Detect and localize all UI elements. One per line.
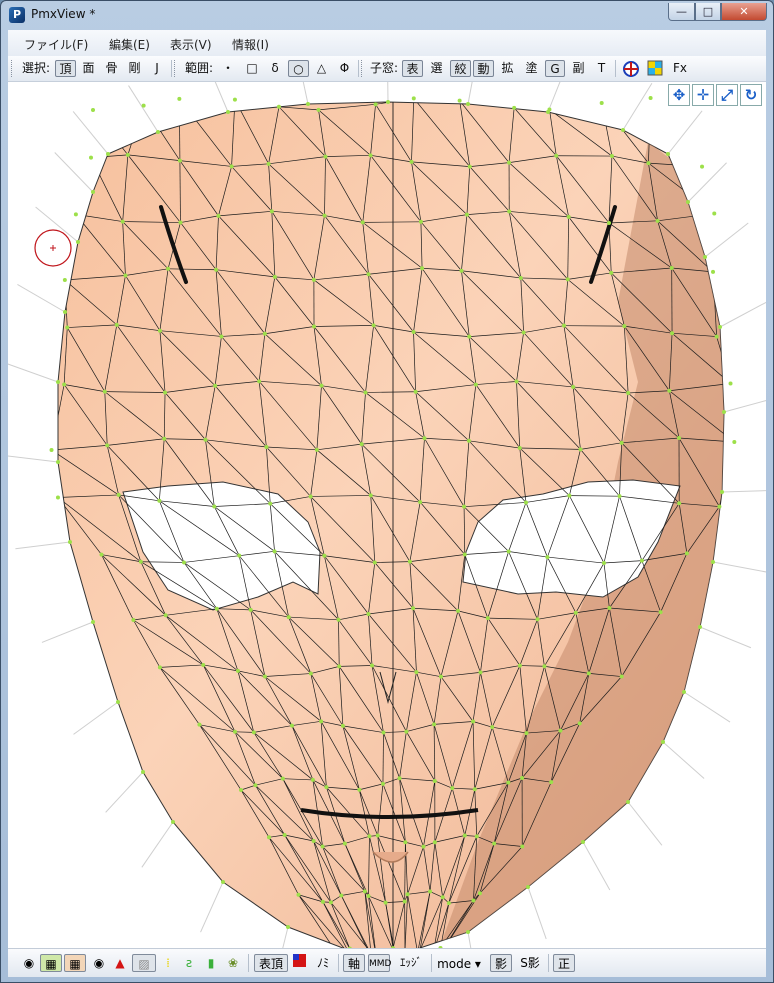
range-triangle-button[interactable]: △ (313, 60, 330, 77)
color-swatch-icon[interactable] (292, 954, 306, 972)
menu-info[interactable]: 情報(I) (232, 36, 269, 53)
child-select-button[interactable]: 選 (427, 60, 446, 77)
status-separator (338, 954, 339, 972)
child-sub-button[interactable]: 副 (569, 60, 588, 77)
status-separator (548, 954, 549, 972)
toolbar-grip[interactable] (11, 60, 15, 77)
child-paint-button[interactable]: 塗 (522, 60, 541, 77)
child-move-button[interactable]: 動 (473, 60, 494, 77)
radio-dot-icon[interactable]: ◉ (92, 954, 106, 972)
minimize-button[interactable]: — (668, 3, 695, 21)
menu-edit[interactable]: 編集(E) (109, 36, 150, 53)
menu-view[interactable]: 表示(V) (170, 36, 212, 53)
rotate-icon[interactable]: ↻ (740, 84, 762, 106)
menu-file[interactable]: ファイル(F) (24, 36, 88, 53)
mode-dropdown[interactable]: mode ▾ (436, 954, 482, 972)
radio-dot-icon[interactable]: ◉ (22, 954, 36, 972)
zoom-icon[interactable]: ⤢ (716, 84, 738, 106)
pmxview-window: P PmxView * — □ ✕ ファイル(F) 編集(E) 表示(V) 情報… (0, 0, 774, 983)
mmd-button[interactable]: MMD (368, 954, 391, 972)
select-vertex-button[interactable]: 頂 (55, 60, 76, 77)
client-area: ファイル(F) 編集(E) 表示(V) 情報(I) 選択: 頂 面 骨 剛 J … (8, 30, 766, 977)
range-label: 範囲: (184, 61, 214, 75)
toolbar-separator (358, 60, 359, 77)
app-icon: P (9, 7, 25, 23)
vertex-display-icon[interactable]: ▦ (40, 954, 62, 972)
range-rect-button[interactable]: □ (243, 60, 261, 77)
range-phi-button[interactable]: Φ (336, 60, 353, 77)
vertex-table-button[interactable]: 表頂 (254, 954, 288, 972)
select-joint-button[interactable]: J (149, 60, 165, 77)
fx-button[interactable]: Fx (669, 60, 691, 77)
child-filter-button[interactable]: 絞 (450, 60, 471, 77)
target-icon[interactable] (621, 60, 641, 77)
green-bone-icon[interactable]: ƨ (181, 954, 197, 972)
view-navigation-icons: ✥ ✛ ⤢ ↻ (668, 84, 762, 106)
toolbar-separator (615, 60, 616, 77)
range-circle-button[interactable]: ○ (288, 60, 309, 77)
grid-color-icon[interactable] (645, 60, 665, 77)
toolbar-separator (171, 60, 172, 77)
window-title: PmxView * (31, 7, 96, 21)
menu-bar: ファイル(F) 編集(E) 表示(V) 情報(I) (8, 30, 766, 56)
red-triangle-icon[interactable]: ▲ (112, 954, 128, 972)
green-bar-icon[interactable]: ▮ (204, 954, 218, 972)
status-separator (431, 954, 432, 972)
toolbar-grip[interactable] (361, 60, 365, 77)
toolbar-grip[interactable] (174, 60, 178, 77)
face-mesh-render[interactable] (8, 82, 766, 948)
child-t-button[interactable]: T (593, 60, 610, 77)
move-xy-icon[interactable]: ✥ (668, 84, 690, 106)
child-table-button[interactable]: 表 (402, 60, 423, 77)
child-window-label: 子窓: (369, 61, 399, 75)
title-bar[interactable]: P PmxView * — □ ✕ (1, 1, 773, 29)
move-xz-icon[interactable]: ✛ (692, 84, 714, 106)
yellow-bone-icon[interactable]: ⁞ (160, 954, 176, 972)
brush-cursor[interactable] (34, 229, 72, 267)
morph-icon[interactable]: ❀ (225, 954, 241, 972)
bottom-toolbar: ◉ ▦ ▦ ◉ ▲ ▨ ⁞ ƨ ▮ ❀ 表頂 ﾉﾐ 軸 MMD ｴｯｼﾞ mod… (8, 948, 766, 977)
axis-button[interactable]: 軸 (343, 954, 365, 972)
status-separator (248, 954, 249, 972)
toolbar: 選択: 頂 面 骨 剛 J 範囲: ・ □ δ ○ △ Φ 子窓: 表 選 絞 … (8, 56, 766, 82)
select-bone-button[interactable]: 骨 (102, 60, 121, 77)
child-g-button[interactable]: G (545, 60, 565, 77)
maximize-button[interactable]: □ (695, 3, 721, 21)
mode-label: mode (437, 957, 472, 971)
3d-viewport[interactable]: ✥ ✛ ⤢ ↻ (8, 82, 766, 948)
front-view-button[interactable]: 正 (553, 954, 575, 972)
edge-button[interactable]: ｴｯｼﾞ (394, 954, 428, 972)
hatch-icon[interactable]: ▨ (132, 954, 156, 972)
mi-button[interactable]: ﾉﾐ (312, 954, 334, 972)
close-button[interactable]: ✕ (721, 3, 767, 21)
select-face-button[interactable]: 面 (79, 60, 98, 77)
shadow-button[interactable]: 影 (490, 954, 512, 972)
range-point-button[interactable]: ・ (220, 60, 236, 77)
select-label: 選択: (21, 61, 51, 75)
face-display-icon[interactable]: ▦ (64, 954, 86, 972)
self-shadow-button[interactable]: S影 (515, 954, 545, 972)
range-delta-button[interactable]: δ (267, 60, 283, 77)
select-rigid-button[interactable]: 剛 (125, 60, 144, 77)
child-scale-button[interactable]: 拡 (498, 60, 517, 77)
